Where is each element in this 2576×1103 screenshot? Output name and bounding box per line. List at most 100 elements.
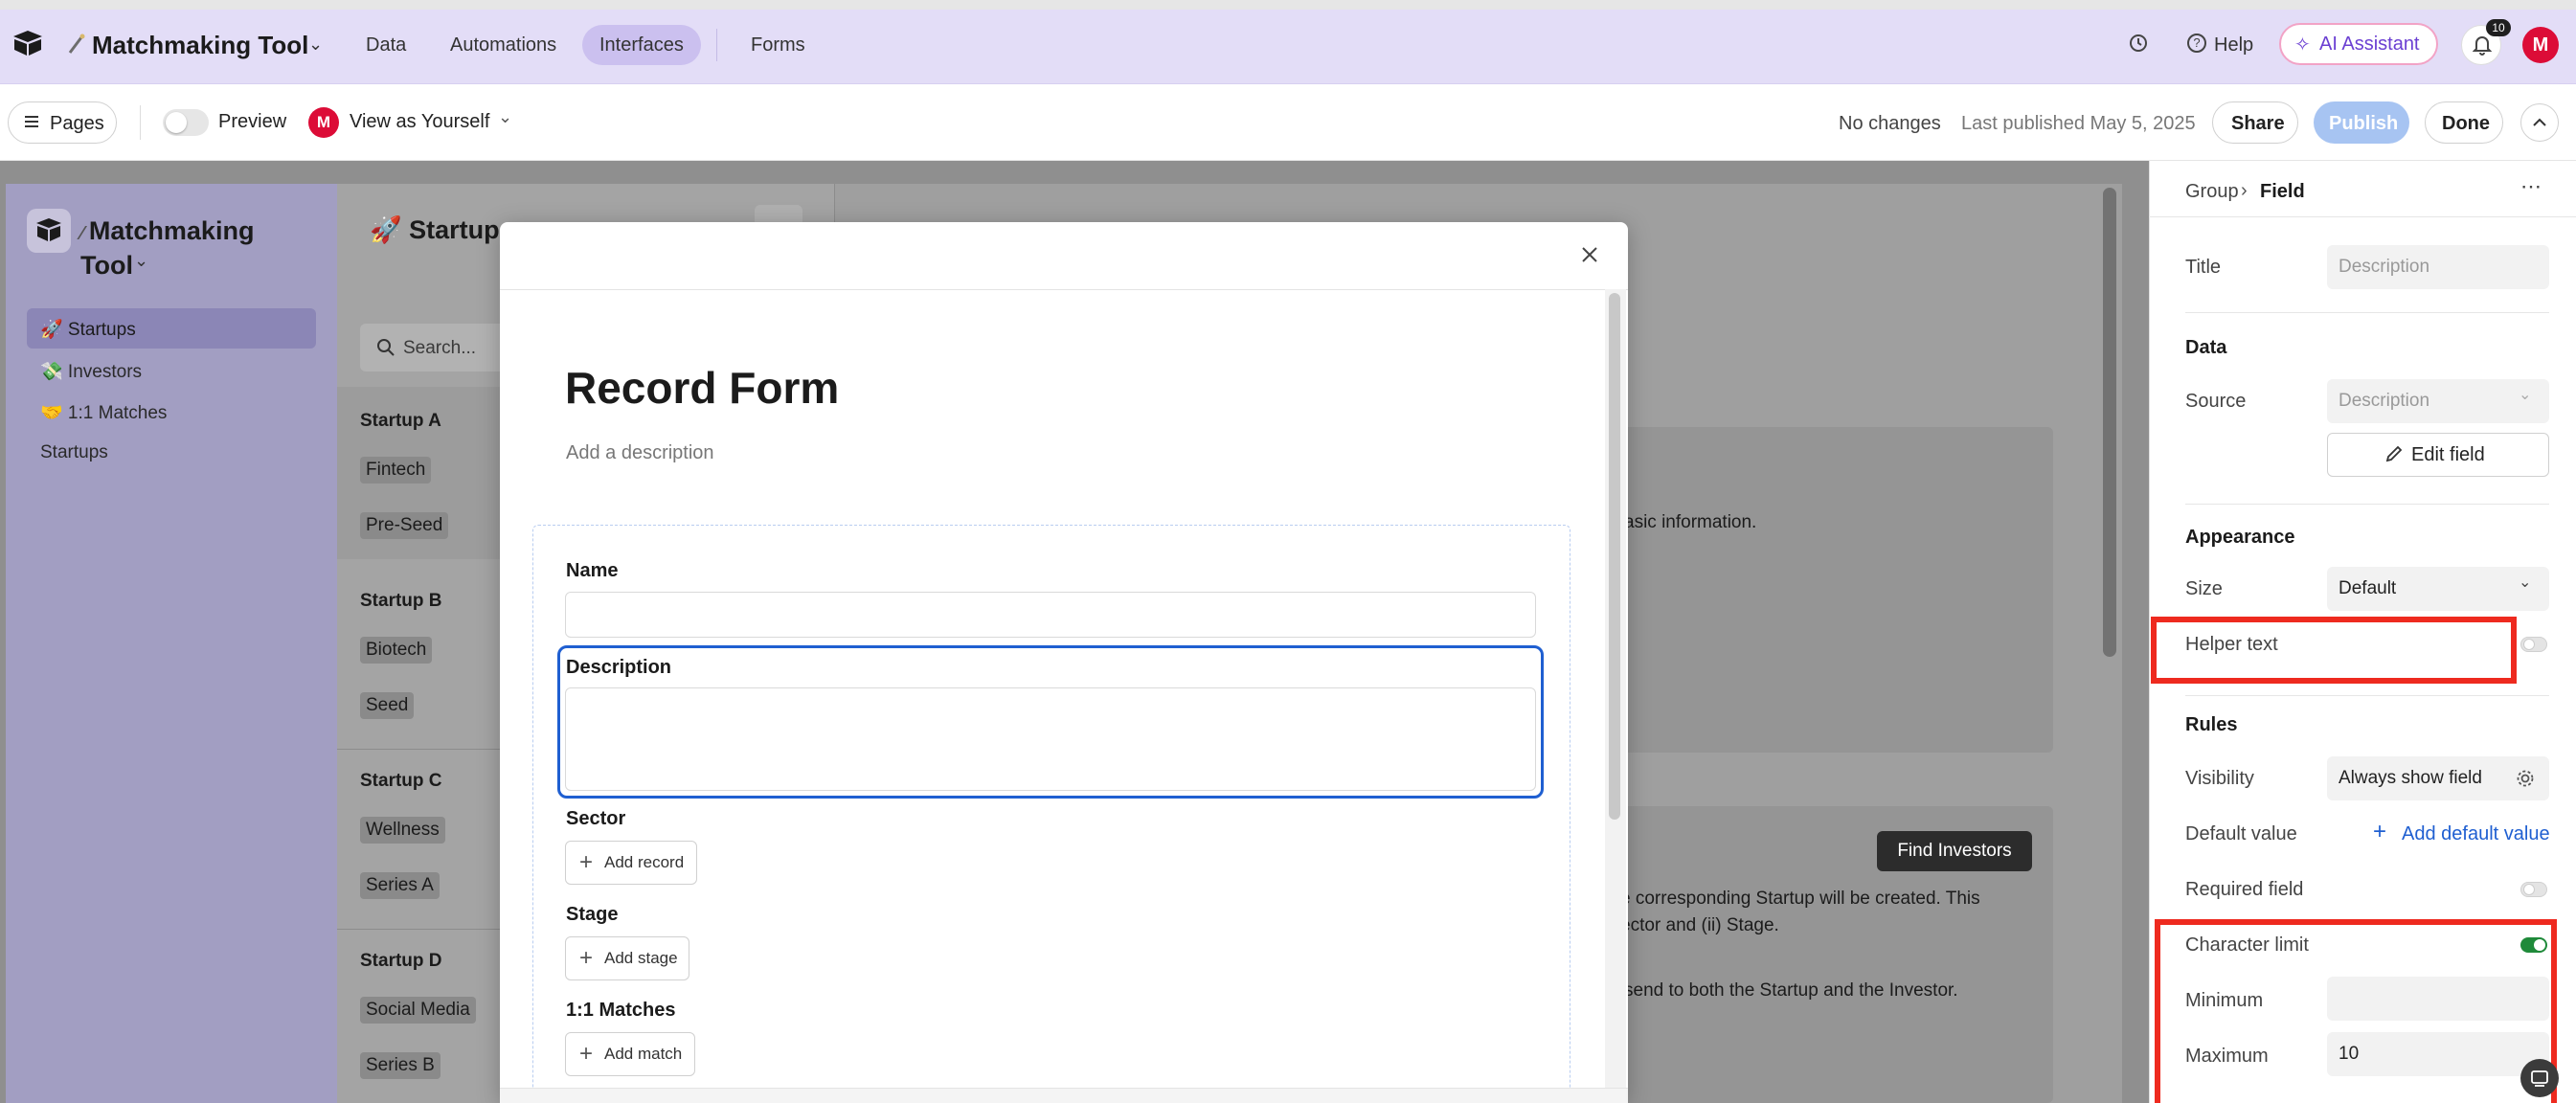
tab-interfaces[interactable]: Interfaces [599,34,684,56]
list-item-c-name[interactable]: Startup C [360,771,442,792]
modal-footer [500,1088,1628,1103]
list-item-b-name[interactable]: Startup B [360,591,442,612]
info-card-text: asic information. [1624,512,1757,532]
app-logo-icon[interactable] [11,29,44,57]
publish-label: Publish [2329,113,2399,134]
panel-divider [2185,312,2549,313]
description-field[interactable] [565,687,1536,791]
sparkle-icon: ✧ [2294,34,2311,56]
preview-toggle[interactable] [163,109,209,136]
character-limit-label: Character limit [2185,934,2309,956]
canvas-scrollbar[interactable] [2103,188,2116,657]
bell-icon [2472,34,2493,56]
sidebar-item-investors[interactable]: 💸 Investors [40,360,142,383]
breadcrumb-group[interactable]: Group [2185,181,2239,203]
instructions-text-3: send to both the Startup and the Investo… [1624,980,1958,1001]
sidebar-item-startups[interactable]: 🚀 Startups [40,318,136,341]
plus-icon: + [579,1041,594,1067]
chevron-down-icon: ⌄ [134,251,149,270]
add-stage-label: Add stage [604,949,678,967]
tab-data[interactable]: Data [366,34,406,56]
modal-scrollbar[interactable] [1609,293,1620,820]
form-description[interactable]: Add a description [566,442,714,464]
character-limit-toggle[interactable] [2520,937,2547,953]
tab-automations[interactable]: Automations [450,34,556,56]
chat-support-button[interactable] [2520,1059,2559,1097]
add-stage-button[interactable]: + Add stage [565,936,689,980]
user-avatar[interactable]: M [2522,27,2559,63]
form-title[interactable]: Record Form [565,362,839,414]
sidebar-item-startups-2[interactable]: Startups [40,442,108,463]
required-field-toggle[interactable] [2520,882,2547,897]
panel-divider [2185,504,2549,505]
list-item-b-sector: Biotech [360,637,433,664]
done-label: Done [2442,113,2490,134]
view-as-dropdown[interactable]: View as Yourself [350,111,489,133]
add-default-value-link[interactable]: Add default value [2402,823,2550,845]
source-label: Source [2185,391,2247,412]
description-field-label: Description [566,657,672,678]
chevron-down-icon[interactable]: ⌄ [308,34,323,55]
list-item-c-stage: Series A [360,872,440,899]
preview-label: Preview [218,111,287,132]
help-link[interactable]: Help [2214,34,2253,56]
wand-icon [67,33,86,56]
history-icon[interactable] [2128,33,2149,54]
stage-field-label: Stage [566,904,619,925]
list-item-d-name[interactable]: Startup D [360,951,442,972]
close-icon[interactable] [1578,243,1601,266]
appearance-heading: Appearance [2185,527,2295,548]
save-status: No changes [1839,113,1941,134]
instructions-text-2: ector and (ii) Stage. [1620,915,1779,935]
tab-forms[interactable]: Forms [751,34,805,56]
chevron-down-icon[interactable]: ⌄ [498,107,512,127]
list-item-b-stage: Seed [360,692,415,719]
share-label: Share [2231,113,2285,134]
search-icon [375,337,396,358]
chevron-down-icon: ⌄ [2519,387,2532,403]
source-select[interactable]: Description [2327,379,2549,423]
chevron-right-icon: › [2241,180,2248,201]
modal-header-divider [500,289,1628,290]
more-icon[interactable]: ⋯ [2520,174,2542,199]
plus-icon: + [579,849,594,875]
collapse-button[interactable] [2520,103,2559,142]
list-item-a-sector: Fintech [360,457,432,484]
browser-strip [0,0,2576,10]
help-icon[interactable]: ? [2187,34,2206,53]
name-field[interactable] [565,592,1536,638]
toolbar-divider [140,105,141,140]
add-record-label: Add record [604,853,685,871]
title-input[interactable]: Description [2327,245,2549,289]
maximum-label: Maximum [2185,1046,2269,1067]
interface-title-line2: Tool [80,251,133,280]
plus-icon: + [579,945,594,971]
helper-text-toggle[interactable] [2520,637,2547,652]
plus-icon: + [2373,819,2387,844]
list-item-d-stage: Series B [360,1052,441,1079]
page-title: 🚀 Startups [370,215,514,244]
view-as-avatar: M [308,107,339,138]
find-investors-button[interactable]: Find Investors [1877,831,2032,871]
add-match-button[interactable]: + Add match [565,1032,695,1076]
size-label: Size [2185,578,2223,599]
notification-badge: 10 [2486,19,2511,36]
base-name[interactable]: Matchmaking Tool [92,31,308,60]
last-published: Last published May 5, 2025 [1961,113,2196,134]
nav-divider [716,29,717,61]
visibility-label: Visibility [2185,768,2254,789]
interface-logo-icon [27,209,71,253]
edit-field-label: Edit field [2411,444,2485,465]
ai-assistant-label: AI Assistant [2319,34,2420,55]
maximum-input[interactable]: 10 [2327,1032,2549,1076]
add-record-button[interactable]: + Add record [565,841,697,885]
sidebar-item-matches[interactable]: 🤝 1:1 Matches [40,401,167,424]
list-item-c-sector: Wellness [360,817,445,844]
gear-icon[interactable] [2515,768,2536,789]
minimum-input[interactable] [2327,977,2549,1021]
pages-label: Pages [50,113,104,134]
size-select[interactable]: Default [2327,567,2549,611]
list-item-a-stage: Pre-Seed [360,512,449,539]
instructions-text-1: e corresponding Startup will be created.… [1620,889,1980,909]
list-item-a-name: Startup A [360,411,441,431]
